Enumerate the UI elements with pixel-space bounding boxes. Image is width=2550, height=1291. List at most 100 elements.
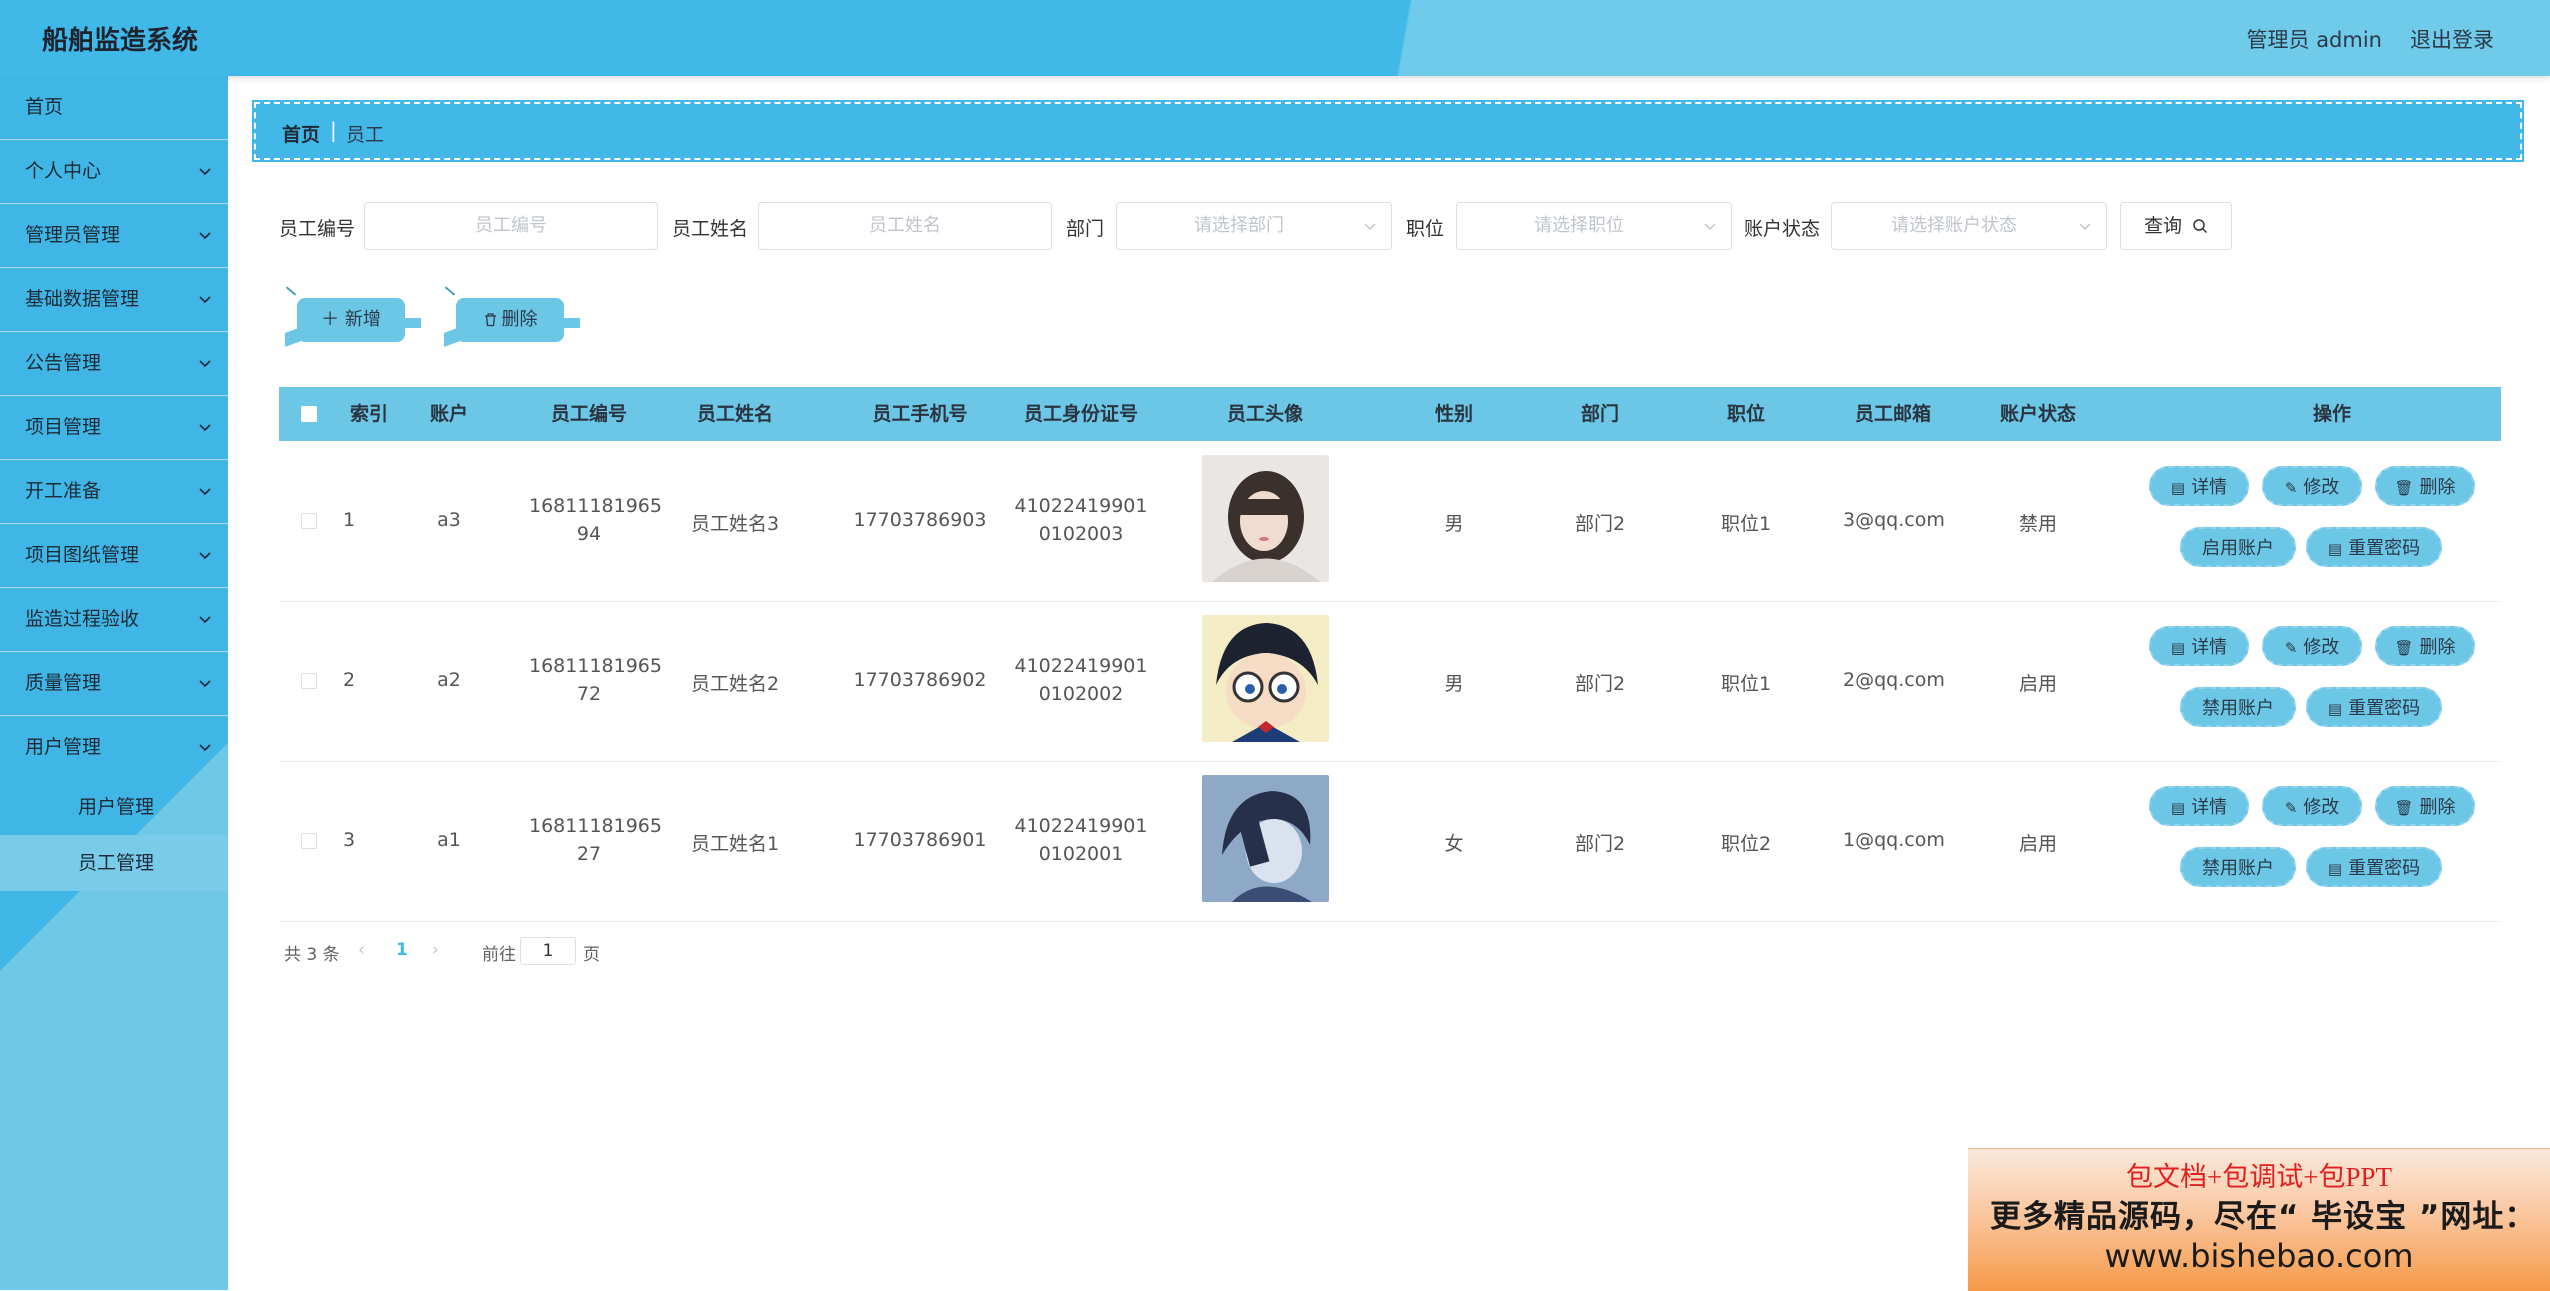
pager-next-button[interactable]: ›	[432, 940, 439, 960]
sidebar-item-project[interactable]: 项目管理	[0, 396, 228, 460]
chevron-down-icon	[199, 168, 211, 176]
delete-button[interactable]: 🗑 删除	[2375, 466, 2475, 506]
employee-avatar-image[interactable]	[1202, 455, 1329, 582]
table-row: 1 a3 16811181965 94 员工姓名3 17703786903 410…	[279, 441, 2501, 602]
cell-dept: 部门2	[1574, 673, 1626, 695]
employee-avatar-image[interactable]	[1202, 615, 1329, 742]
position-select[interactable]: 请选择职位	[1456, 202, 1732, 250]
col-avatar: 员工头像	[1226, 403, 1303, 425]
table-row: 3 a1 16811181965 27 员工姓名1 17703786901 410…	[279, 761, 2501, 922]
delete-button[interactable]: 🗑 删除	[2375, 786, 2475, 826]
sidebar-item-label: 质量管理	[25, 672, 102, 694]
app-title: 船舶监造系统	[42, 26, 199, 56]
delete-label: 删除	[2419, 477, 2456, 498]
col-email: 员工邮箱	[1854, 403, 1931, 425]
promo-line2: 更多精品源码，尽在“ 毕设宝 ”网址：	[1990, 1199, 2537, 1235]
col-operations: 操作	[2312, 403, 2351, 425]
status-label: 账户状态	[1744, 218, 1821, 240]
reset-label: 重置密码	[2348, 858, 2421, 879]
emp-no-input[interactable]: 员工编号	[364, 202, 658, 250]
chevron-down-icon	[199, 552, 211, 560]
sidebar-subitem-user[interactable]: 用户管理	[0, 779, 228, 835]
promo-banner: 包文档+包调试+包PPT 更多精品源码，尽在“ 毕设宝 ”网址： www.bis…	[1968, 1148, 2550, 1291]
sidebar-item-admin-mgmt[interactable]: 管理员管理	[0, 204, 228, 268]
current-user: 管理员 admin	[2246, 28, 2382, 52]
breadcrumb: 首页 | 员工	[252, 100, 2524, 162]
cell-email: 1@qq.com	[1843, 829, 1945, 851]
sidebar-item-notice[interactable]: 公告管理	[0, 332, 228, 396]
select-all-checkbox[interactable]	[301, 406, 317, 422]
edit-button[interactable]: ✎ 修改	[2262, 466, 2362, 506]
detail-button[interactable]: ▤ 详情	[2149, 466, 2249, 506]
cell-emp-name: 员工姓名1	[690, 833, 780, 855]
sidebar-item-label: 首页	[25, 96, 64, 118]
cell-emp-no: 16811181965 27	[529, 815, 662, 865]
edit-label: 修改	[2303, 637, 2340, 658]
row-checkbox[interactable]	[301, 673, 317, 689]
sidebar: 首页 个人中心 管理员管理 基础数据管理 公告管理 项目管理 开工准备 项目图纸…	[0, 76, 228, 1290]
status-select[interactable]: 请选择账户状态	[1831, 202, 2107, 250]
edit-button[interactable]: ✎ 修改	[2262, 626, 2362, 666]
status-placeholder: 请选择账户状态	[1891, 215, 2017, 236]
employee-avatar-image[interactable]	[1202, 775, 1329, 902]
sidebar-item-home[interactable]: 首页	[0, 76, 228, 140]
detail-label: 详情	[2191, 637, 2228, 658]
dept-label: 部门	[1066, 218, 1105, 240]
emp-name-label: 员工姓名	[672, 218, 749, 240]
pager-page-1[interactable]: 1	[396, 940, 408, 960]
edit-label: 修改	[2303, 477, 2340, 498]
delete-label: 删除	[2419, 797, 2456, 818]
document-icon: ▤	[2327, 860, 2343, 878]
row-checkbox[interactable]	[301, 513, 317, 529]
cell-index: 3	[342, 829, 356, 851]
sidebar-item-user-mgmt[interactable]: 用户管理	[0, 716, 228, 779]
document-icon: ▤	[2170, 639, 2186, 657]
sidebar-item-basic-data[interactable]: 基础数据管理	[0, 268, 228, 332]
batch-delete-button[interactable]: 删除	[456, 298, 564, 342]
detail-label: 详情	[2191, 477, 2228, 498]
chevron-down-icon	[199, 488, 211, 496]
emp-no-placeholder: 员工编号	[475, 215, 547, 236]
delete-button[interactable]: 🗑 删除	[2375, 626, 2475, 666]
sidebar-item-quality[interactable]: 质量管理	[0, 652, 228, 716]
pager-goto-input[interactable]: 1	[520, 937, 576, 965]
cell-position: 职位2	[1720, 833, 1772, 855]
cell-id-card: 41022419901 0102002	[1001, 655, 1161, 705]
emp-name-input[interactable]: 员工姓名	[758, 202, 1052, 250]
edit-label: 修改	[2303, 797, 2340, 818]
add-label: 新增	[344, 309, 381, 330]
chevron-down-icon	[199, 616, 211, 624]
pager-total: 共 3 条	[284, 945, 340, 965]
decor-mark	[285, 286, 297, 296]
query-button[interactable]: 查询	[2120, 202, 2232, 250]
detail-button[interactable]: ▤ 详情	[2149, 786, 2249, 826]
sidebar-item-drawings[interactable]: 项目图纸管理	[0, 524, 228, 588]
cell-status: 启用	[2018, 673, 2057, 695]
toggle-account-button[interactable]: 禁用账户	[2180, 847, 2296, 887]
edit-button[interactable]: ✎ 修改	[2262, 786, 2362, 826]
pager-prev-button[interactable]: ‹	[358, 940, 365, 960]
position-label: 职位	[1406, 218, 1445, 240]
row-checkbox[interactable]	[301, 833, 317, 849]
cell-phone: 17703786901	[853, 829, 987, 851]
reset-password-button[interactable]: ▤ 重置密码	[2306, 847, 2442, 887]
sidebar-item-label: 项目管理	[25, 416, 102, 438]
toggle-account-button[interactable]: 禁用账户	[2180, 687, 2296, 727]
dept-select[interactable]: 请选择部门	[1116, 202, 1392, 250]
sidebar-item-label: 项目图纸管理	[25, 544, 140, 566]
top-header: 船舶监造系统 管理员 admin 退出登录	[0, 0, 2550, 76]
sidebar-item-personal-center[interactable]: 个人中心	[0, 140, 228, 204]
reset-password-button[interactable]: ▤ 重置密码	[2306, 527, 2442, 567]
cell-emp-no: 16811181965 72	[529, 655, 662, 705]
sidebar-subitem-employee[interactable]: 员工管理	[0, 835, 228, 891]
breadcrumb-home[interactable]: 首页	[282, 120, 320, 147]
toggle-account-button[interactable]: 启用账户	[2180, 527, 2296, 567]
sidebar-item-start-prep[interactable]: 开工准备	[0, 460, 228, 524]
detail-button[interactable]: ▤ 详情	[2149, 626, 2249, 666]
sidebar-item-inspection[interactable]: 监造过程验收	[0, 588, 228, 652]
document-icon: ▤	[2170, 799, 2186, 817]
reset-password-button[interactable]: ▤ 重置密码	[2306, 687, 2442, 727]
logout-link[interactable]: 退出登录	[2410, 24, 2494, 54]
trash-icon: 🗑	[2394, 639, 2414, 657]
add-button[interactable]: ＋ 新增	[297, 298, 405, 342]
